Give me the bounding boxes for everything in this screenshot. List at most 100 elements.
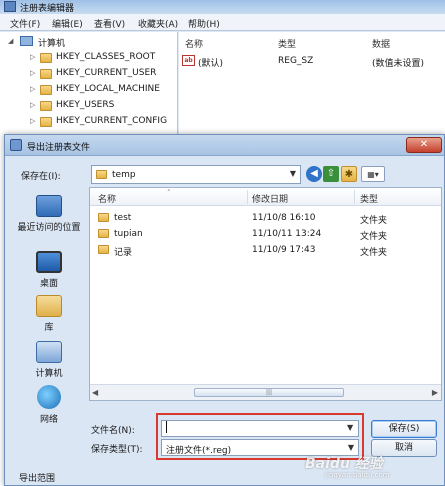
file-type: 文件夹 [360, 216, 388, 226]
expand-icon[interactable]: ▷ [30, 69, 35, 77]
registry-menubar: 文件(F) 编辑(E) 查看(V) 收藏夹(A) 帮助(H) [0, 14, 445, 31]
file-row-tupian[interactable]: tupian 11/10/11 13:24 文件夹 [90, 226, 441, 242]
export-range-label: 导出范围 [19, 474, 56, 484]
place-desktop[interactable]: 桌面 [13, 251, 85, 289]
tree-item-hkcu[interactable]: ▷ HKEY_CURRENT_USER [30, 67, 170, 82]
file-modified: 11/10/11 13:24 [252, 229, 322, 239]
file-modified: 11/10/8 16:10 [252, 213, 316, 223]
place-library[interactable]: 库 [13, 295, 85, 333]
file-name: tupian [114, 229, 143, 239]
folder-icon [98, 245, 109, 254]
folder-icon [40, 53, 52, 63]
tree-label: HKEY_CURRENT_USER [56, 68, 157, 78]
tree-label: HKEY_USERS [56, 100, 115, 110]
tree-item-hkcc[interactable]: ▷ HKEY_CURRENT_CONFIG [30, 115, 176, 130]
scroll-right-icon[interactable]: ▶ [432, 388, 438, 397]
horizontal-scrollbar[interactable]: ◀ ||| ▶ [90, 384, 441, 400]
menu-file[interactable]: 文件(F) [10, 17, 40, 30]
back-icon[interactable]: ◀ [306, 166, 322, 182]
column-name[interactable]: 名称 [185, 37, 203, 50]
value-name[interactable]: (默认) [198, 56, 223, 69]
recent-places-icon [36, 195, 62, 217]
place-label: 计算机 [35, 369, 63, 379]
folder-icon [96, 170, 107, 179]
place-network[interactable]: 网络 [13, 385, 85, 425]
dialog-title: 导出注册表文件 [27, 143, 91, 153]
place-label: 库 [44, 323, 54, 333]
expand-icon[interactable]: ▷ [30, 85, 35, 93]
menu-help[interactable]: 帮助(H) [188, 17, 220, 30]
value-type: REG_SZ [278, 56, 314, 66]
expand-icon[interactable]: ▷ [30, 117, 35, 125]
place-label: 桌面 [39, 279, 58, 289]
menu-edit[interactable]: 编辑(E) [52, 17, 83, 30]
export-registry-dialog: 导出注册表文件 ✕ 保存在(I): temp ▼ ◀ ⇧ ✱ ▦▾ 最近访问的位… [4, 134, 445, 486]
watermark-brand: Baidu 经验 [305, 456, 383, 472]
column-name[interactable]: 名称 [98, 192, 116, 205]
file-list-header: 名称 ˄ 修改日期 类型 [90, 188, 441, 206]
file-modified: 11/10/9 17:43 [252, 245, 316, 255]
column-type[interactable]: 类型 [278, 37, 296, 50]
column-type[interactable]: 类型 [360, 192, 378, 205]
folder-icon [40, 69, 52, 79]
up-folder-icon[interactable]: ⇧ [323, 166, 339, 182]
places-bar: 最近访问的位置 桌面 库 计算机 网络 [13, 189, 85, 459]
dropdown-arrow-icon[interactable]: ▼ [290, 169, 296, 178]
scroll-left-icon[interactable]: ◀ [92, 388, 98, 397]
folder-icon [40, 85, 52, 95]
network-globe-icon [37, 385, 61, 409]
save-in-label: 保存在(I): [21, 172, 61, 182]
save-in-value: temp [112, 170, 136, 180]
folder-icon [98, 213, 109, 222]
value-data: (数值未设置) [372, 59, 425, 69]
registry-tree: ◢ 计算机 ▷ HKEY_CLASSES_ROOT ▷ HKEY_CURRENT… [0, 32, 178, 140]
file-row-test[interactable]: test 11/10/8 16:10 文件夹 [90, 210, 441, 226]
column-separator[interactable] [354, 190, 355, 204]
file-name: 记录 [114, 248, 133, 258]
filetype-label: 保存类型(T): [91, 445, 143, 455]
expand-icon[interactable]: ▷ [30, 53, 35, 61]
filename-label: 文件名(N): [91, 426, 135, 436]
menu-view[interactable]: 查看(V) [94, 17, 125, 30]
tree-item-computer[interactable]: ◢ 计算机 [8, 35, 168, 50]
column-separator[interactable] [247, 190, 248, 204]
save-button[interactable]: 保存(S) [371, 420, 437, 438]
expand-icon[interactable]: ▷ [30, 101, 35, 109]
tree-item-hku[interactable]: ▷ HKEY_USERS [30, 99, 170, 114]
folder-icon [40, 101, 52, 111]
folder-icon [98, 229, 109, 238]
watermark-url: jingyan.baidu.com [325, 471, 390, 479]
tree-label: HKEY_CURRENT_CONFIG [56, 116, 168, 126]
registry-app-icon [10, 139, 22, 151]
place-recent[interactable]: 最近访问的位置 [13, 195, 85, 233]
tree-item-hklm[interactable]: ▷ HKEY_LOCAL_MACHINE [30, 83, 170, 98]
close-button[interactable]: ✕ [406, 137, 442, 153]
view-menu-icon[interactable]: ▦▾ [361, 166, 385, 182]
tree-label: 计算机 [38, 39, 66, 49]
file-type: 文件夹 [360, 232, 388, 242]
place-label: 网络 [39, 415, 58, 425]
sort-arrow-icon: ˄ [167, 189, 171, 197]
tree-label: HKEY_LOCAL_MACHINE [56, 84, 160, 94]
place-computer[interactable]: 计算机 [13, 341, 85, 379]
menu-favorites[interactable]: 收藏夹(A) [138, 17, 178, 30]
desktop-icon [36, 251, 62, 273]
registry-editor-window: 注册表编辑器 文件(F) 编辑(E) 查看(V) 收藏夹(A) 帮助(H) ◢ … [0, 0, 445, 140]
file-row-records[interactable]: 记录 11/10/9 17:43 文件夹 [90, 242, 441, 258]
scrollbar-thumb[interactable]: ||| [194, 388, 344, 397]
column-modified[interactable]: 修改日期 [252, 192, 288, 205]
file-list[interactable]: 名称 ˄ 修改日期 类型 test 11/10/8 16:10 文件夹 tupi… [89, 187, 442, 401]
place-label: 最近访问的位置 [17, 223, 81, 233]
column-data[interactable]: 数据 [372, 37, 390, 50]
save-in-dropdown[interactable]: temp ▼ [91, 165, 301, 184]
computer-icon [36, 341, 62, 363]
computer-icon [20, 36, 33, 46]
tree-label: HKEY_CLASSES_ROOT [56, 52, 156, 62]
new-folder-icon[interactable]: ✱ [341, 166, 357, 182]
tree-item-hkcr[interactable]: ▷ HKEY_CLASSES_ROOT [30, 51, 170, 66]
registry-values-list [179, 32, 445, 140]
folder-icon [40, 117, 52, 127]
collapse-icon[interactable]: ◢ [8, 37, 13, 45]
registry-titlebar: 注册表编辑器 [0, 0, 445, 14]
dialog-titlebar[interactable]: 导出注册表文件 ✕ [5, 135, 444, 156]
